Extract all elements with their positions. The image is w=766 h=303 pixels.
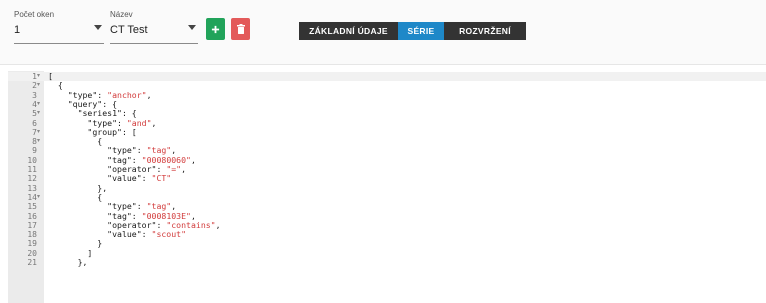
line-number: 19 [27, 239, 37, 249]
line-number: 14 [27, 192, 37, 202]
code-line: 19 } [8, 239, 766, 249]
line-number: 21 [27, 258, 37, 267]
line-number: 9 [32, 146, 37, 156]
window-count-label: Počet oken [14, 10, 55, 19]
json-code-editor[interactable]: 1 ▾[2 ▾ {3 "type": "anchor", 4 ▾ "query": {5… [8, 71, 766, 303]
line-number: 20 [27, 248, 37, 258]
fold-arrow-icon[interactable]: ▾ [37, 109, 43, 118]
tab-bar: ZÁKLADNÍ ÚDAJE SÉRIE ROZVRŽENÍ [299, 22, 526, 40]
field-underline [14, 43, 104, 44]
add-button[interactable] [206, 18, 225, 40]
window-count-value: 1 [14, 24, 21, 36]
line-number: 16 [27, 211, 37, 221]
code-token: }, [48, 257, 88, 267]
line-number: 18 [27, 230, 37, 240]
delete-button[interactable] [231, 18, 250, 40]
code-line: 7 ▾ "group": [ [8, 127, 766, 137]
fold-arrow-icon[interactable]: ▾ [37, 72, 43, 81]
code-line: 21 }, [8, 257, 766, 267]
fold-arrow-icon[interactable]: ▾ [37, 100, 43, 109]
line-number: 3 [32, 90, 37, 100]
code-token: , [190, 154, 196, 165]
line-number: 15 [27, 202, 37, 212]
tab-basic-info[interactable]: ZÁKLADNÍ ÚDAJE [299, 22, 398, 40]
line-number: 17 [27, 220, 37, 230]
line-number: 5 [32, 109, 37, 119]
line-number: 6 [32, 118, 37, 128]
fold-arrow-icon[interactable]: ▾ [37, 81, 43, 90]
fold-arrow-icon[interactable]: ▾ [37, 193, 43, 202]
string-token: "CT" [151, 173, 172, 184]
line-number: 8 [32, 137, 37, 147]
code-token: , [181, 164, 187, 174]
code-line: 20 ] [8, 248, 766, 258]
chevron-down-icon [94, 25, 102, 30]
line-number: 4 [32, 99, 37, 109]
name-select[interactable]: Název CT Test [110, 10, 198, 46]
line-number: 7 [32, 127, 37, 137]
field-underline [110, 43, 198, 44]
trash-icon [236, 24, 245, 34]
string-token: "scout" [151, 229, 187, 240]
code-token: , [215, 219, 221, 230]
toolbar: Počet oken 1 Název CT Test ZÁKLADNÍ ÚDAJ… [0, 0, 766, 65]
plus-icon [211, 25, 220, 33]
line-number: 13 [27, 183, 37, 193]
line-number: 1 [32, 72, 37, 81]
code-line: 18 "value": "scout" [8, 229, 766, 240]
code-line: 12 "value": "CT" [8, 173, 766, 184]
code-token: , [146, 89, 152, 100]
fold-arrow-icon[interactable]: ▾ [37, 137, 43, 146]
fold-arrow-icon[interactable]: ▾ [37, 128, 43, 137]
line-number: 12 [27, 174, 37, 184]
window-count-select[interactable]: Počet oken 1 [14, 10, 104, 46]
name-value: CT Test [110, 24, 148, 36]
code-line: 13 }, [8, 183, 766, 193]
line-number: 10 [27, 155, 37, 165]
code-text: }, [48, 257, 88, 267]
tab-layout[interactable]: ROZVRŽENÍ [444, 22, 526, 40]
code-line: 1 ▾[ [8, 71, 766, 82]
line-number: 2 [32, 81, 37, 91]
code-token: , [151, 117, 157, 128]
chevron-down-icon [188, 25, 196, 30]
line-number: 11 [27, 165, 37, 174]
code-line: 3 "type": "anchor", [8, 89, 766, 100]
tab-series[interactable]: SÉRIE [398, 22, 444, 40]
name-label: Název [110, 10, 133, 19]
